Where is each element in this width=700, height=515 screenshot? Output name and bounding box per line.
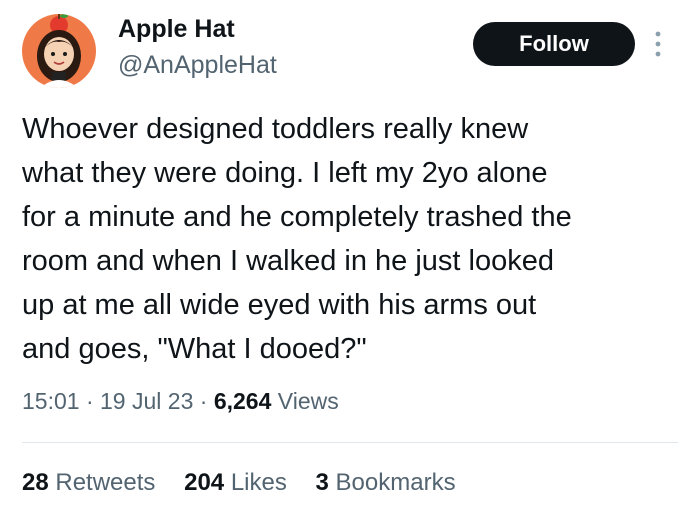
avatar-illustration [22, 14, 96, 88]
likes-count: 204 [184, 469, 225, 496]
follow-button[interactable]: Follow [473, 22, 635, 66]
likes-stat[interactable]: 204 Likes [184, 469, 287, 497]
bookmarks-count: 3 [315, 469, 329, 496]
avatar[interactable] [22, 14, 96, 88]
retweets-count: 28 [22, 469, 49, 496]
divider [22, 442, 678, 443]
meta-separator: · [85, 388, 94, 414]
bookmarks-label: Bookmarks [335, 469, 456, 496]
views-label: Views [277, 388, 339, 414]
display-name[interactable]: Apple Hat [118, 15, 235, 44]
tweet-time[interactable]: 15:01 [22, 388, 80, 414]
retweets-stat[interactable]: 28 Retweets [22, 469, 155, 497]
retweets-label: Retweets [55, 469, 156, 496]
tweet-meta: 15:01 · 19 Jul 23 · 6,264 Views [22, 388, 339, 415]
tweet-text: Whoever designed toddlers really knew wh… [22, 113, 572, 365]
views-count: 6,264 [213, 388, 272, 414]
tweet-date[interactable]: 19 Jul 23 [100, 388, 193, 414]
user-handle[interactable]: @AnAppleHat [118, 51, 277, 80]
engagement-stats: 28 Retweets 204 Likes 3 Bookmarks [22, 469, 478, 497]
bookmarks-stat[interactable]: 3 Bookmarks [316, 469, 456, 497]
meta-separator: · [199, 388, 208, 414]
vertical-ellipsis-icon[interactable] [648, 28, 668, 60]
likes-label: Likes [230, 469, 287, 496]
tweet-card: Apple Hat @AnAppleHat Follow Whoever des… [0, 0, 700, 515]
